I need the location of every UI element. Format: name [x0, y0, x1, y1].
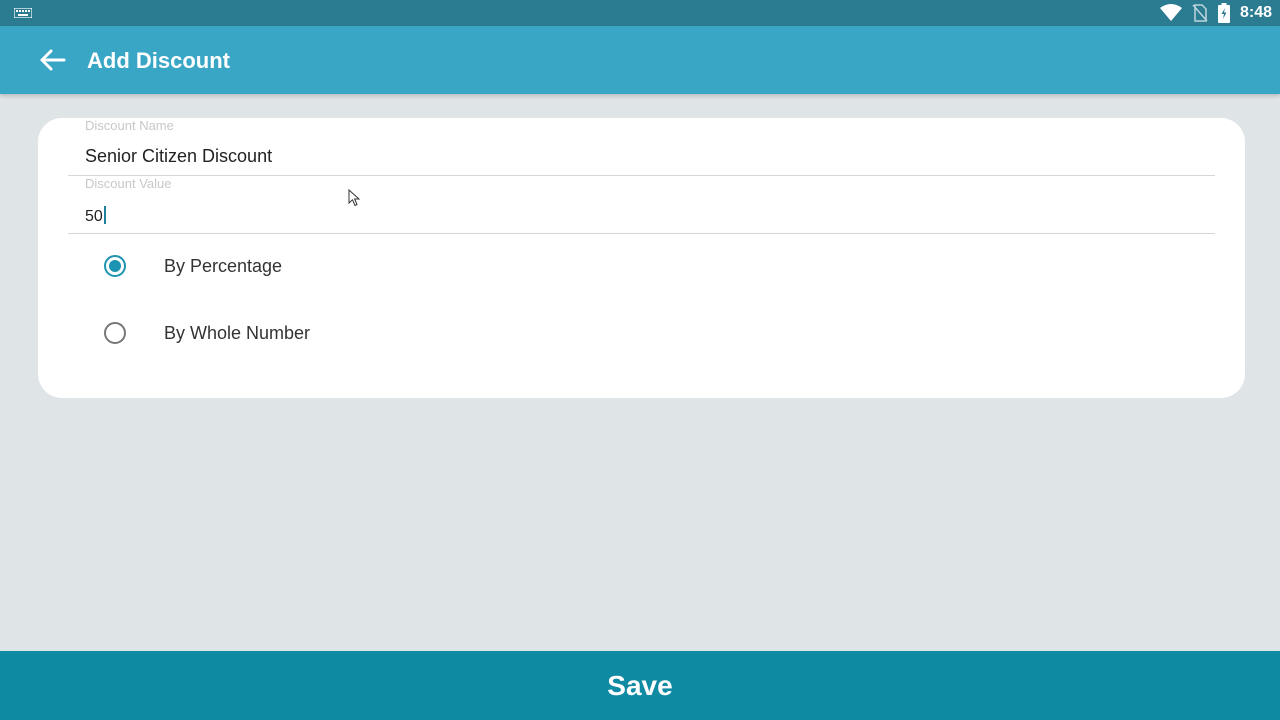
radio-button-unchecked[interactable]: [104, 322, 126, 344]
text-caret: [103, 206, 106, 224]
no-sim-icon: [1192, 4, 1208, 22]
discount-name-label: Discount Name: [85, 118, 174, 133]
wifi-icon: [1159, 4, 1182, 21]
radio-label-by-percentage: By Percentage: [164, 255, 283, 276]
radio-by-percentage[interactable]: By Percentage: [104, 251, 282, 281]
battery-charging-icon: [1217, 3, 1230, 23]
discount-name-input[interactable]: Senior Citizen Discount: [85, 146, 272, 167]
arrow-left-icon: [40, 49, 66, 71]
radio-label-by-whole-number: By Whole Number: [164, 322, 311, 343]
radio-button-checked[interactable]: [104, 255, 126, 277]
discount-form-card: Discount Name Senior Citizen Discount Di…: [38, 118, 1245, 398]
mouse-pointer-icon: [348, 189, 360, 207]
keyboard-icon: [14, 8, 32, 18]
discount-value-field[interactable]: Discount Value 50: [68, 176, 1215, 234]
status-bar: 8:48: [0, 0, 1280, 26]
status-time: 8:48: [1239, 4, 1272, 21]
discount-value-input[interactable]: 50: [85, 208, 103, 225]
status-icons: 8:48: [1159, 0, 1272, 26]
discount-value-label: Discount Value: [85, 176, 172, 191]
discount-value-input-wrap[interactable]: 50: [85, 206, 106, 226]
page-title: Add Discount: [87, 48, 230, 73]
discount-name-field[interactable]: Discount Name Senior Citizen Discount: [68, 118, 1215, 176]
save-button[interactable]: Save: [0, 651, 1280, 720]
save-label: Save: [607, 669, 673, 701]
back-button[interactable]: [34, 44, 70, 76]
radio-by-whole-number[interactable]: By Whole Number: [104, 318, 310, 348]
app-bar: Add Discount: [0, 26, 1280, 94]
radio-dot: [109, 260, 121, 272]
